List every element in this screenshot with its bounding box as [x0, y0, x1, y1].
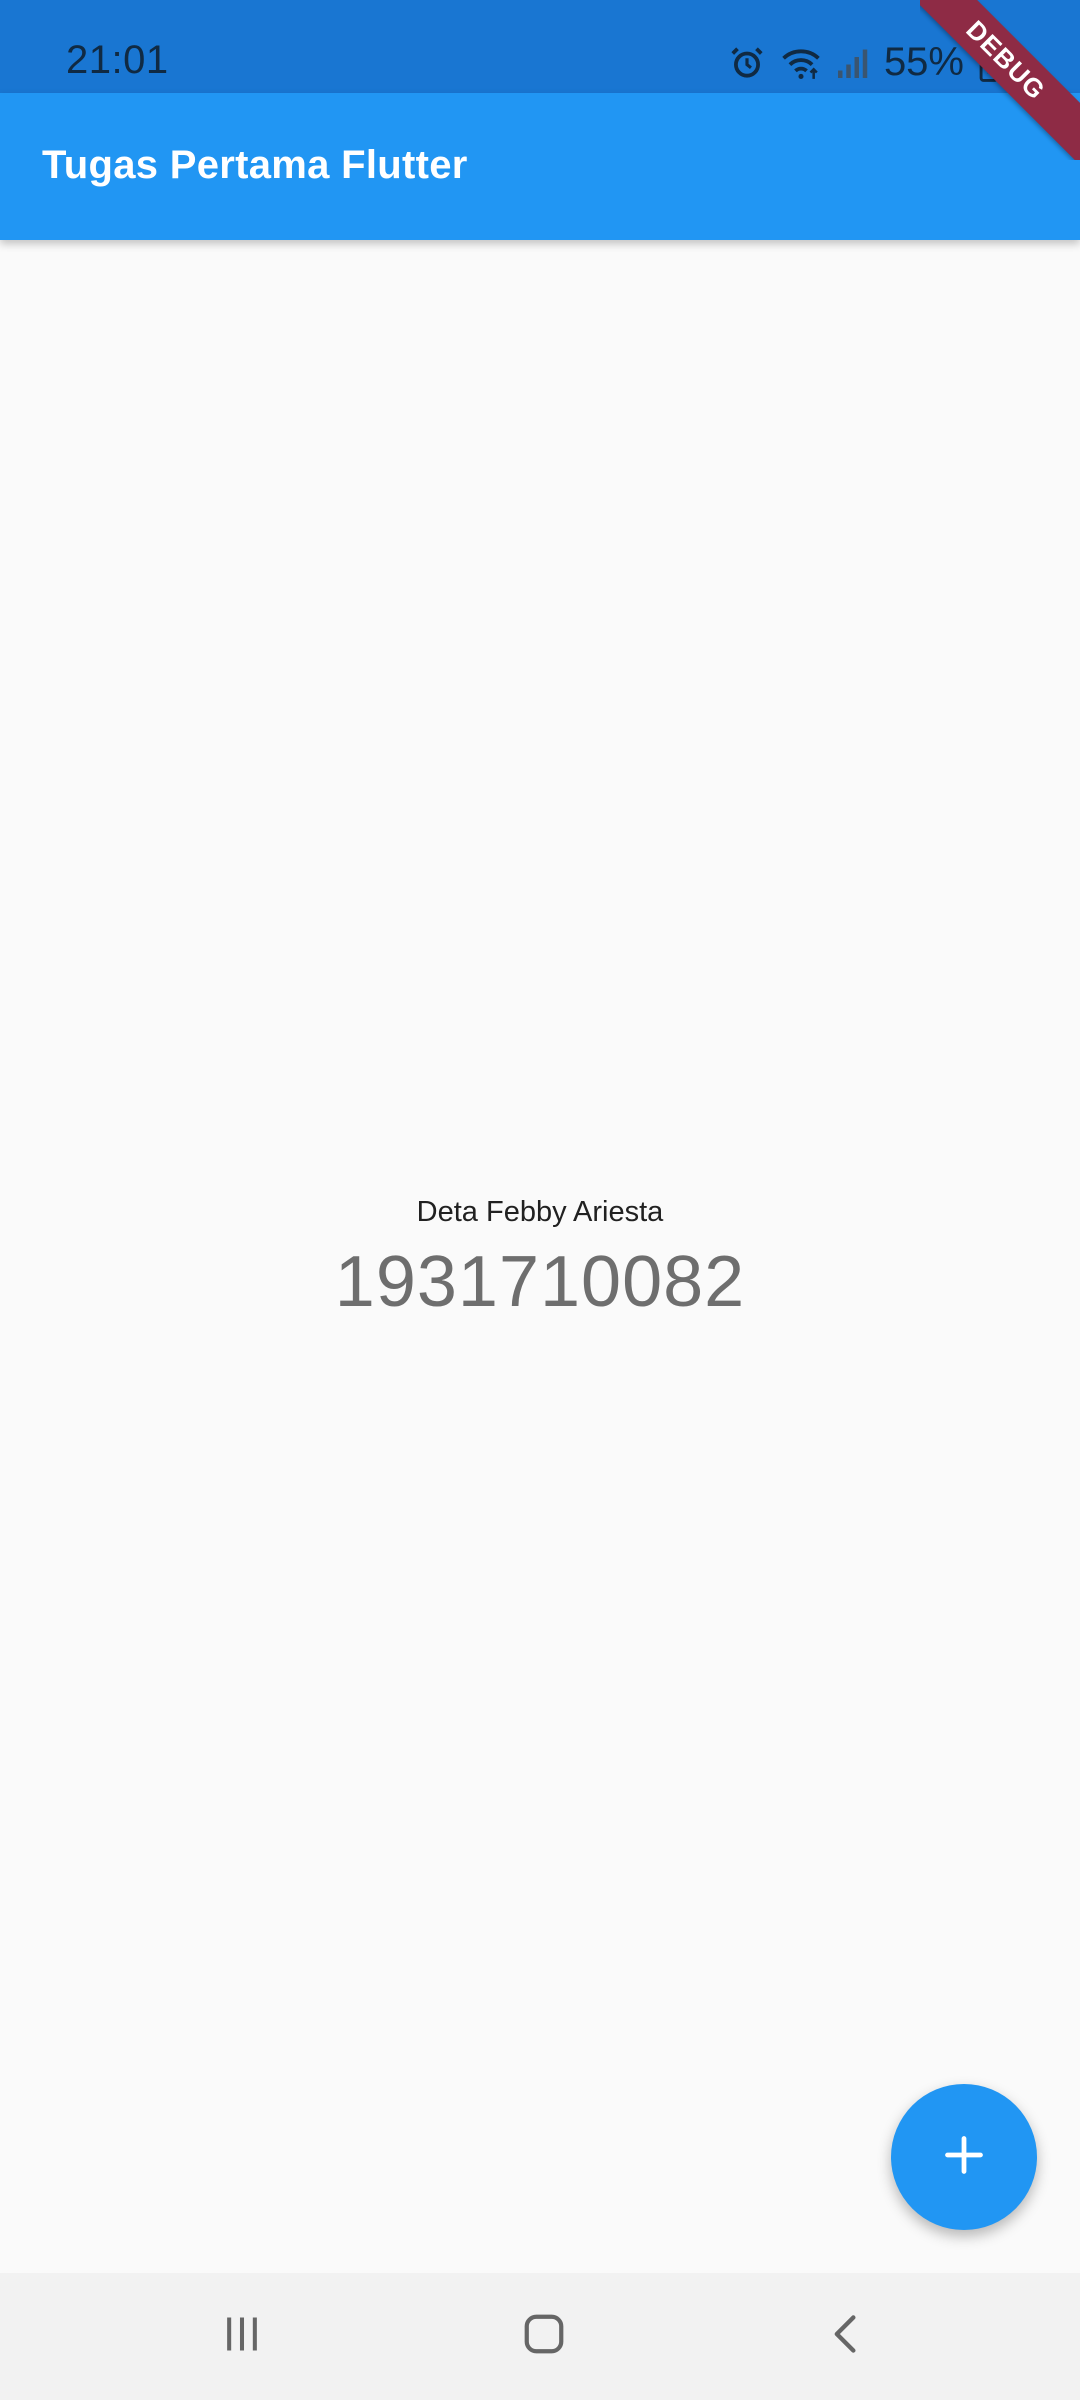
home-button[interactable] — [484, 2273, 604, 2400]
navigation-bar — [0, 2273, 1080, 2400]
battery-percent: 55% — [883, 40, 964, 84]
recent-apps-button[interactable] — [182, 2273, 302, 2400]
counter-text: 1931710082 — [334, 1242, 746, 1322]
plus-icon — [942, 2133, 986, 2182]
back-button[interactable] — [786, 2273, 906, 2400]
wifi-icon — [780, 44, 822, 82]
center-content: Deta Febby Ariesta 1931710082 — [0, 1190, 1080, 1328]
name-text: Deta Febby Ariesta — [416, 1196, 664, 1228]
recent-apps-icon — [220, 2312, 264, 2361]
status-bar: 21:01 55% — [0, 0, 1080, 93]
battery-icon — [978, 44, 1000, 82]
page-title: Tugas Pertama Flutter — [42, 143, 468, 187]
signal-icon — [836, 45, 870, 81]
status-icons: 55% — [728, 40, 1000, 85]
increment-fab-button[interactable] — [891, 2084, 1037, 2230]
status-time: 21:01 — [66, 38, 169, 82]
home-icon — [521, 2311, 567, 2362]
alarm-icon — [728, 44, 766, 82]
back-icon — [824, 2312, 868, 2361]
app-bar: Tugas Pertama Flutter — [0, 93, 1080, 240]
